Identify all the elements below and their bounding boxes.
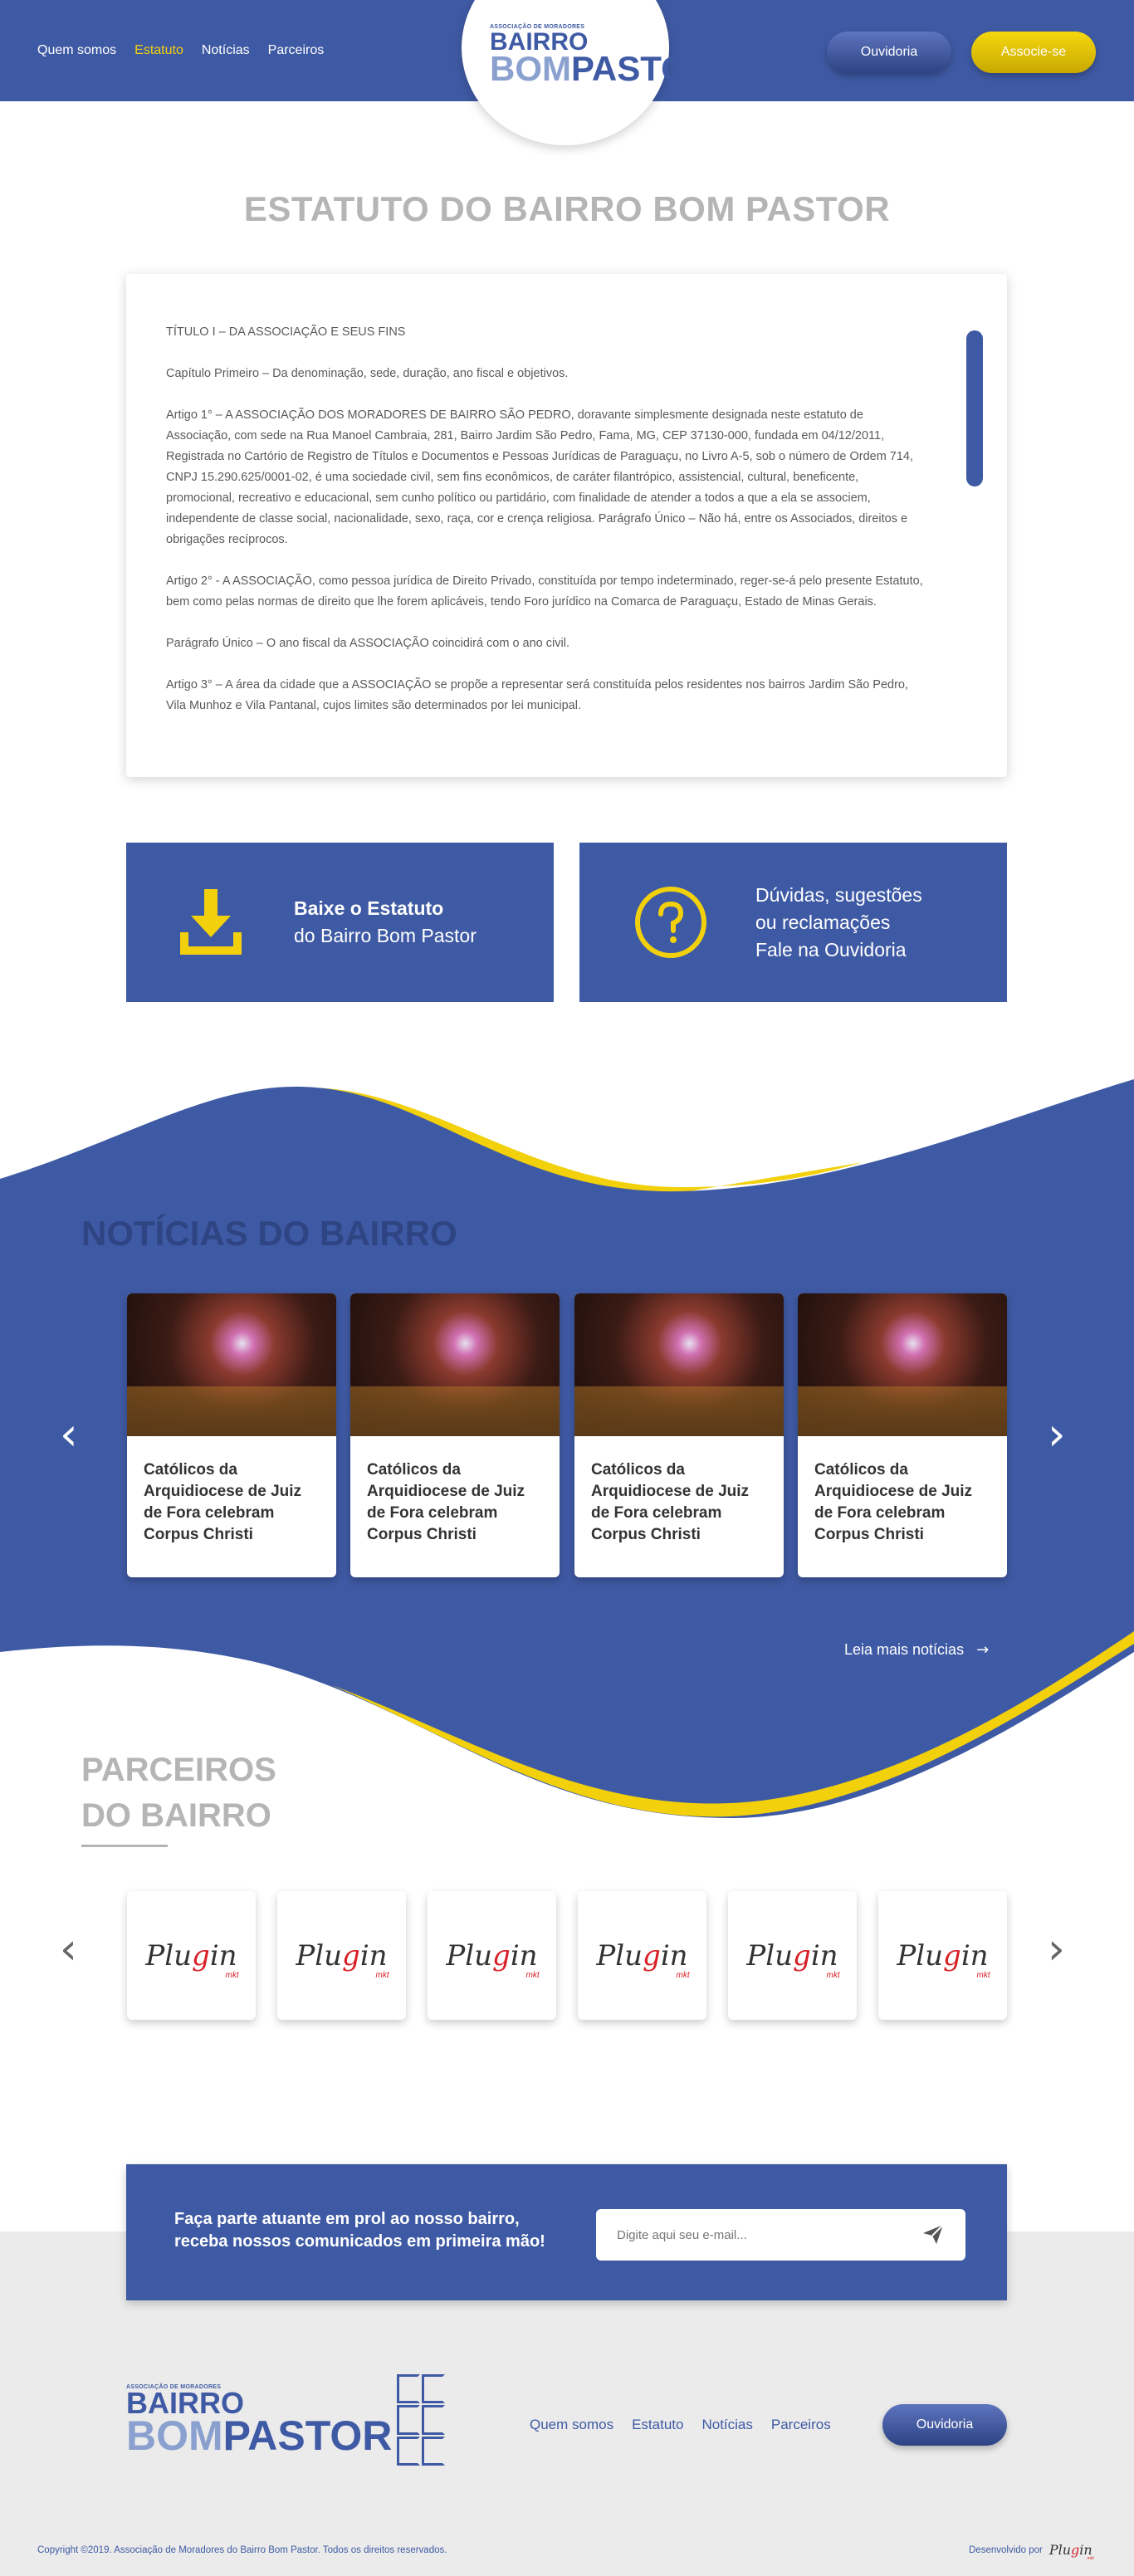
main-nav: Quem somos Estatuto Notícias Parceiros [37,43,324,58]
news-prev-arrow-icon[interactable]: ‹ [60,1408,78,1460]
more-news-label: Leia mais notícias [844,1641,965,1658]
question-icon [635,887,706,958]
footer-logo-line-2a: BOM [126,2412,223,2459]
partner-card[interactable]: Plugin mkt [578,1891,706,2020]
nav-parceiros[interactable]: Parceiros [268,43,325,58]
logo-wordmark: ASSOCIAÇÃO DE MORADORES BAIRRO BOMPASTOR [490,24,713,86]
news-card-title: Católicos da Arquidiocese de Juiz de For… [814,1461,973,1543]
ouvidoria-cta-line2: ou reclamações [755,911,891,933]
nav-noticias[interactable]: Notícias [202,43,250,58]
partner-card[interactable]: Plugin mkt [277,1891,406,2020]
statute-paragraph: Artigo 3° – A área da cidade que a ASSOC… [166,678,909,712]
partner-card[interactable]: Plugin mkt [728,1891,857,2020]
statute-paragraph: Artigo 1° – A ASSOCIAÇÃO DOS MORADORES D… [166,408,914,546]
download-statute-card[interactable]: Baixe o Estatuto do Bairro Bom Pastor [126,843,554,1002]
associe-se-button[interactable]: Associe-se [971,32,1096,73]
partner-card[interactable]: Plugin mkt [878,1891,1007,2020]
partners-title-line1: PARCEIROS [81,1752,276,1788]
newsletter-text: Faça parte atuante em prol ao nosso bair… [174,2208,545,2253]
footer-nav: Quem somos Estatuto Notícias Parceiros [530,2417,831,2433]
news-image [798,1293,1007,1436]
nav-estatuto[interactable]: Estatuto [134,43,183,58]
news-card[interactable]: Católicos da Arquidiocese de Juiz de For… [574,1293,784,1577]
developer-label: Desenvolvido por [969,2544,1043,2555]
news-card[interactable]: Católicos da Arquidiocese de Juiz de For… [798,1293,1007,1577]
statute-paragraph: Capítulo Primeiro – Da denominação, sede… [166,367,569,380]
news-image [350,1293,560,1436]
news-card-title: Católicos da Arquidiocese de Juiz de For… [367,1461,525,1543]
partners-title-underline [81,1845,168,1847]
partners-prev-arrow-icon[interactable]: ‹ [60,1924,77,1974]
copyright-text: Copyright ©2019. Associação de Moradores… [37,2545,447,2555]
plugin-logo: Plugin mkt [596,1938,690,1980]
ouvidoria-button[interactable]: Ouvidoria [827,32,951,73]
download-cta-text: Baixe o Estatuto do Bairro Bom Pastor [294,895,477,950]
news-next-arrow-icon[interactable]: › [1048,1408,1066,1460]
logo-line-2b: PASTOR [571,48,714,88]
developer-credit: Desenvolvido por Plugin mkt [969,2542,1094,2561]
footer-nav-estatuto[interactable]: Estatuto [632,2417,683,2433]
nav-quem-somos[interactable]: Quem somos [37,43,116,58]
plugin-logo: Plugin mkt [296,1938,389,1980]
plugin-logo: Plugin mkt [746,1938,840,1980]
partner-card[interactable]: Plugin mkt [127,1891,256,2020]
footer-logo-line-2b: PASTOR [222,2412,393,2459]
more-news-link[interactable]: Leia mais notícias → [844,1641,989,1659]
plugin-footer-logo[interactable]: Plugin mkt [1049,2542,1094,2561]
news-image [574,1293,784,1436]
footer-nav-parceiros[interactable]: Parceiros [771,2417,831,2433]
footer-ouvidoria-button[interactable]: Ouvidoria [882,2404,1007,2446]
newsletter-line2: receba nossos comunicados em primeira mã… [174,2232,545,2251]
newsletter-line1: Faça parte atuante em prol ao nosso bair… [174,2210,520,2228]
ouvidoria-cta-line1: Dúvidas, sugestões [755,883,922,906]
plugin-logo: Plugin mkt [446,1938,540,1980]
news-section-title: NOTÍCIAS DO BAIRRO [81,1214,457,1253]
partners-next-arrow-icon[interactable]: › [1048,1924,1065,1974]
ouvidoria-cta-text: Dúvidas, sugestões ou reclamações Fale n… [755,882,922,964]
partners-title-line2: DO BAIRRO [81,1797,271,1834]
footer-logo[interactable]: ASSOCIAÇÃO DE MORADORES BAIRRO BOMPASTOR [126,2374,446,2466]
statute-paragraph: Parágrafo Único – O ano fiscal da ASSOCI… [166,637,569,650]
download-icon [180,889,242,955]
download-cta-bold: Baixe o Estatuto [294,897,444,919]
ouvidoria-cta-line3: Fale na Ouvidoria [755,938,907,961]
statute-text: TÍTULO I – DA ASSOCIAÇÃO E SEUS FINS Cap… [166,322,923,737]
page-title: ESTATUTO DO BAIRRO BOM PASTOR [243,189,891,228]
newsletter-box: Faça parte atuante em prol ao nosso bair… [126,2164,1007,2300]
news-image [127,1293,336,1436]
partner-card[interactable]: Plugin mkt [428,1891,556,2020]
statute-box[interactable]: TÍTULO I – DA ASSOCIAÇÃO E SEUS FINS Cap… [126,274,1007,777]
newsletter-email-input[interactable] [596,2209,965,2261]
statute-paragraph: Artigo 2° - A ASSOCIAÇÃO, como pessoa ju… [166,574,923,609]
greek-key-icon [718,17,785,93]
header-logo[interactable]: ASSOCIAÇÃO DE MORADORES BAIRRO BOMPASTOR [490,17,785,93]
news-card[interactable]: Católicos da Arquidiocese de Juiz de For… [350,1293,560,1577]
arrow-right-icon: → [976,1641,990,1659]
send-icon[interactable] [921,2222,945,2246]
news-card-title: Católicos da Arquidiocese de Juiz de For… [144,1461,302,1543]
footer-logo-wordmark: ASSOCIAÇÃO DE MORADORES BAIRRO BOMPASTOR [126,2384,392,2456]
partners-title: PARCEIROS DO BAIRRO [81,1747,276,1839]
statute-scrollbar[interactable] [966,330,983,486]
news-card-title: Católicos da Arquidiocese de Juiz de For… [591,1461,750,1543]
plugin-logo: Plugin mkt [145,1938,239,1980]
statute-paragraph: TÍTULO I – DA ASSOCIAÇÃO E SEUS FINS [166,325,406,339]
footer-nav-noticias[interactable]: Notícias [701,2417,752,2433]
news-card[interactable]: Católicos da Arquidiocese de Juiz de For… [127,1293,336,1577]
footer-greek-key-icon [397,2374,446,2466]
plugin-logo: Plugin mkt [897,1938,990,1980]
ouvidoria-card[interactable]: Dúvidas, sugestões ou reclamações Fale n… [579,843,1007,1002]
footer-nav-quem-somos[interactable]: Quem somos [530,2417,613,2433]
logo-line-2a: BOM [490,48,571,88]
download-cta-light: do Bairro Bom Pastor [294,925,477,946]
